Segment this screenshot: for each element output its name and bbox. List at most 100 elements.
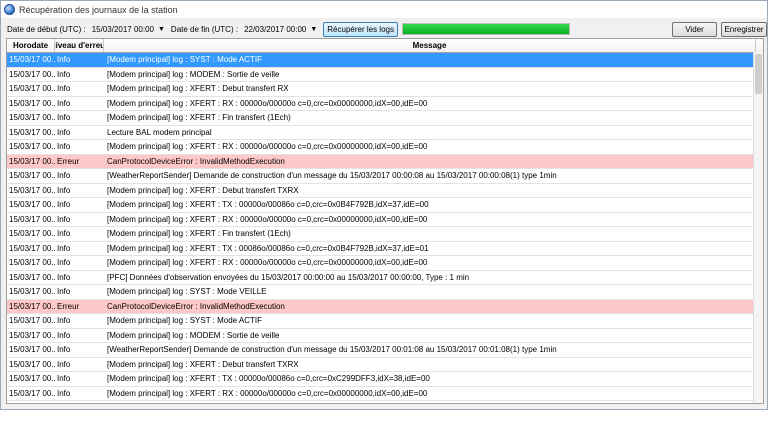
cell-level: Info	[57, 345, 71, 355]
cell-time: 15/03/17 00...	[9, 374, 55, 384]
cell-time: 15/03/17 00...	[9, 171, 55, 181]
cell-level: Info	[57, 287, 71, 297]
table-row[interactable]: 15/03/17 00... Info [WeatherReportSender] …	[7, 343, 763, 358]
table-row[interactable]: 15/03/17 00... Info [Modem principal] log …	[7, 256, 763, 271]
table-row[interactable]: 15/03/17 00... Info [Modem principal] log …	[7, 227, 763, 242]
progress-fill	[402, 24, 569, 34]
cell-time: 15/03/17 00...	[9, 229, 55, 239]
cell-time: 15/03/17 00...	[9, 156, 55, 166]
cell-message: [Modem principal] log : XFERT : Debut tr…	[107, 185, 299, 195]
cell-message: [Modem principal] log : XFERT : TX : 000…	[107, 200, 429, 210]
table-row[interactable]: 15/03/17 00... Info [Modem principal] log …	[7, 111, 763, 126]
cell-time: 15/03/17 00...	[9, 84, 55, 94]
table-row[interactable]: 15/03/17 00... Info Lecture BAL modem prin…	[7, 126, 763, 140]
cell-level: Info	[57, 243, 71, 253]
table-row[interactable]: 15/03/17 00... Info [WeatherReportSender] …	[7, 169, 763, 184]
progress-bar	[401, 23, 570, 35]
cell-level: Info	[57, 69, 71, 79]
cell-level: Erreur	[57, 156, 80, 166]
cell-message: [Modem principal] log : XFERT : RX : 000…	[107, 388, 428, 398]
column-header-time[interactable]: Horodate	[7, 39, 55, 52]
fetch-logs-button[interactable]: Récupérer les logs	[323, 21, 398, 37]
cell-time: 15/03/17 00...	[9, 330, 55, 340]
cell-level: Info	[57, 171, 71, 181]
table-row[interactable]: 15/03/17 00... Info [Modem principal] log …	[7, 242, 763, 256]
save-button[interactable]: Enregistrer	[721, 21, 767, 37]
cell-message: [Modem principal] log : XFERT : RX : 000…	[107, 98, 428, 108]
log-window: Récupération des journaux de la station …	[0, 0, 768, 410]
scrollbar-thumb[interactable]	[755, 54, 762, 94]
table-row[interactable]: 15/03/17 00... Info [Modem principal] log …	[7, 387, 763, 401]
clear-button[interactable]: Vider	[672, 21, 717, 37]
cell-time: 15/03/17 00...	[9, 388, 55, 398]
cell-level: Info	[57, 55, 71, 65]
cell-time: 15/03/17 00...	[9, 69, 55, 79]
chevron-down-icon[interactable]: ▼	[158, 26, 165, 33]
table-row[interactable]: 15/03/17 00... Info [Modem principal] log …	[7, 329, 763, 343]
cell-level: Info	[57, 258, 71, 268]
cell-message: [WeatherReportSender] Demande de constru…	[107, 171, 557, 181]
cell-level: Info	[57, 359, 71, 369]
table-header: Horodate Niveau d'erreur Message	[7, 39, 763, 53]
cell-level: Info	[57, 113, 71, 123]
cell-level: Info	[57, 272, 71, 282]
cell-level: Info	[57, 84, 71, 94]
cell-message: CanProtocolDeviceError : InvalidMethodEx…	[107, 156, 285, 166]
column-header-level[interactable]: Niveau d'erreur	[55, 39, 104, 52]
cell-message: [Modem principal] log : XFERT : Debut tr…	[107, 84, 289, 94]
table-row[interactable]: 15/03/17 00... Info [Modem principal] log …	[7, 358, 763, 372]
cell-message: [Modem principal] log : SYST : Mode ACTI…	[107, 55, 263, 65]
column-header-message[interactable]: Message	[104, 39, 756, 52]
table-row[interactable]: 15/03/17 00... Erreur CanProtocolDeviceErr…	[7, 154, 763, 169]
table-row[interactable]: 15/03/17 00... Info [Modem principal] log …	[7, 140, 763, 155]
start-date-value: 15/03/2017 00:00	[91, 24, 154, 34]
cell-level: Info	[57, 98, 71, 108]
table-row[interactable]: 15/03/17 00... Info [Modem principal] log …	[7, 285, 763, 300]
table-row[interactable]: 15/03/17 00... Info [Modem principal] log …	[7, 68, 763, 82]
cell-level: Info	[57, 127, 71, 137]
cell-message: [Modem principal] log : XFERT : RX : 000…	[107, 258, 428, 268]
chevron-down-icon[interactable]: ▼	[310, 26, 317, 33]
cell-message: [Modem principal] log : MODEM : Sortie d…	[107, 330, 280, 340]
cell-message: Lecture BAL modem principal	[107, 127, 212, 137]
vertical-scrollbar[interactable]	[753, 52, 763, 403]
table-row[interactable]: 15/03/17 00... Info [Modem principal] log …	[7, 53, 763, 68]
log-table[interactable]: Horodate Niveau d'erreur Message 15/03/1…	[6, 38, 764, 404]
cell-level: Info	[57, 316, 71, 326]
cell-message: [PFC] Données d'observation envoyées du …	[107, 272, 470, 282]
end-date-label: Date de fin (UTC) :	[170, 24, 239, 34]
table-row[interactable]: 15/03/17 00... Info [Modem principal] log …	[7, 314, 763, 329]
table-row[interactable]: 15/03/17 00... Info [Modem principal] log …	[7, 213, 763, 227]
cell-level: Info	[57, 330, 71, 340]
end-date-value: 22/03/2017 00:00	[244, 24, 307, 34]
cell-time: 15/03/17 00...	[9, 142, 55, 152]
table-row[interactable]: 15/03/17 00... Info [Modem principal] log …	[7, 372, 763, 387]
table-row[interactable]: 15/03/17 00... Info [Modem principal] log …	[7, 97, 763, 111]
cell-time: 15/03/17 00...	[9, 200, 55, 210]
table-row[interactable]: 15/03/17 00... Info [Modem principal] log …	[7, 82, 763, 97]
end-date-picker[interactable]: 22/03/2017 00:00 ▼	[244, 22, 317, 36]
table-row[interactable]: 15/03/17 00... Erreur CanProtocolDeviceErr…	[7, 299, 763, 314]
cell-level: Info	[57, 200, 71, 210]
cell-message: [Modem principal] log : XFERT : TX : 000…	[107, 243, 429, 253]
cell-message: [Modem principal] log : MODEM : Sortie d…	[107, 69, 280, 79]
toolbar: Date de début (UTC) : 15/03/2017 00:00 ▼…	[1, 18, 767, 40]
cell-time: 15/03/17 00...	[9, 55, 55, 65]
cell-time: 15/03/17 00...	[9, 316, 55, 326]
cell-time: 15/03/17 00...	[9, 98, 55, 108]
cell-level: Info	[57, 229, 71, 239]
cell-time: 15/03/17 00...	[9, 113, 55, 123]
table-body: 15/03/17 00... Info [Modem principal] log …	[7, 53, 763, 401]
table-row[interactable]: 15/03/17 00... Info [Modem principal] log …	[7, 184, 763, 198]
app-icon	[4, 4, 15, 15]
table-row[interactable]: 15/03/17 00... Info [Modem principal] log …	[7, 198, 763, 213]
start-date-label: Date de début (UTC) :	[7, 24, 86, 34]
cell-message: [Modem principal] log : SYST : Mode VEIL…	[107, 287, 267, 297]
cell-time: 15/03/17 00...	[9, 345, 55, 355]
cell-message: [Modem principal] log : XFERT : RX : 000…	[107, 214, 428, 224]
cell-time: 15/03/17 00...	[9, 214, 55, 224]
start-date-picker[interactable]: 15/03/2017 00:00 ▼	[92, 22, 165, 36]
cell-level: Info	[57, 388, 71, 398]
table-row[interactable]: 15/03/17 00... Info [PFC] Données d'observ…	[7, 271, 763, 285]
cell-time: 15/03/17 00...	[9, 272, 55, 282]
